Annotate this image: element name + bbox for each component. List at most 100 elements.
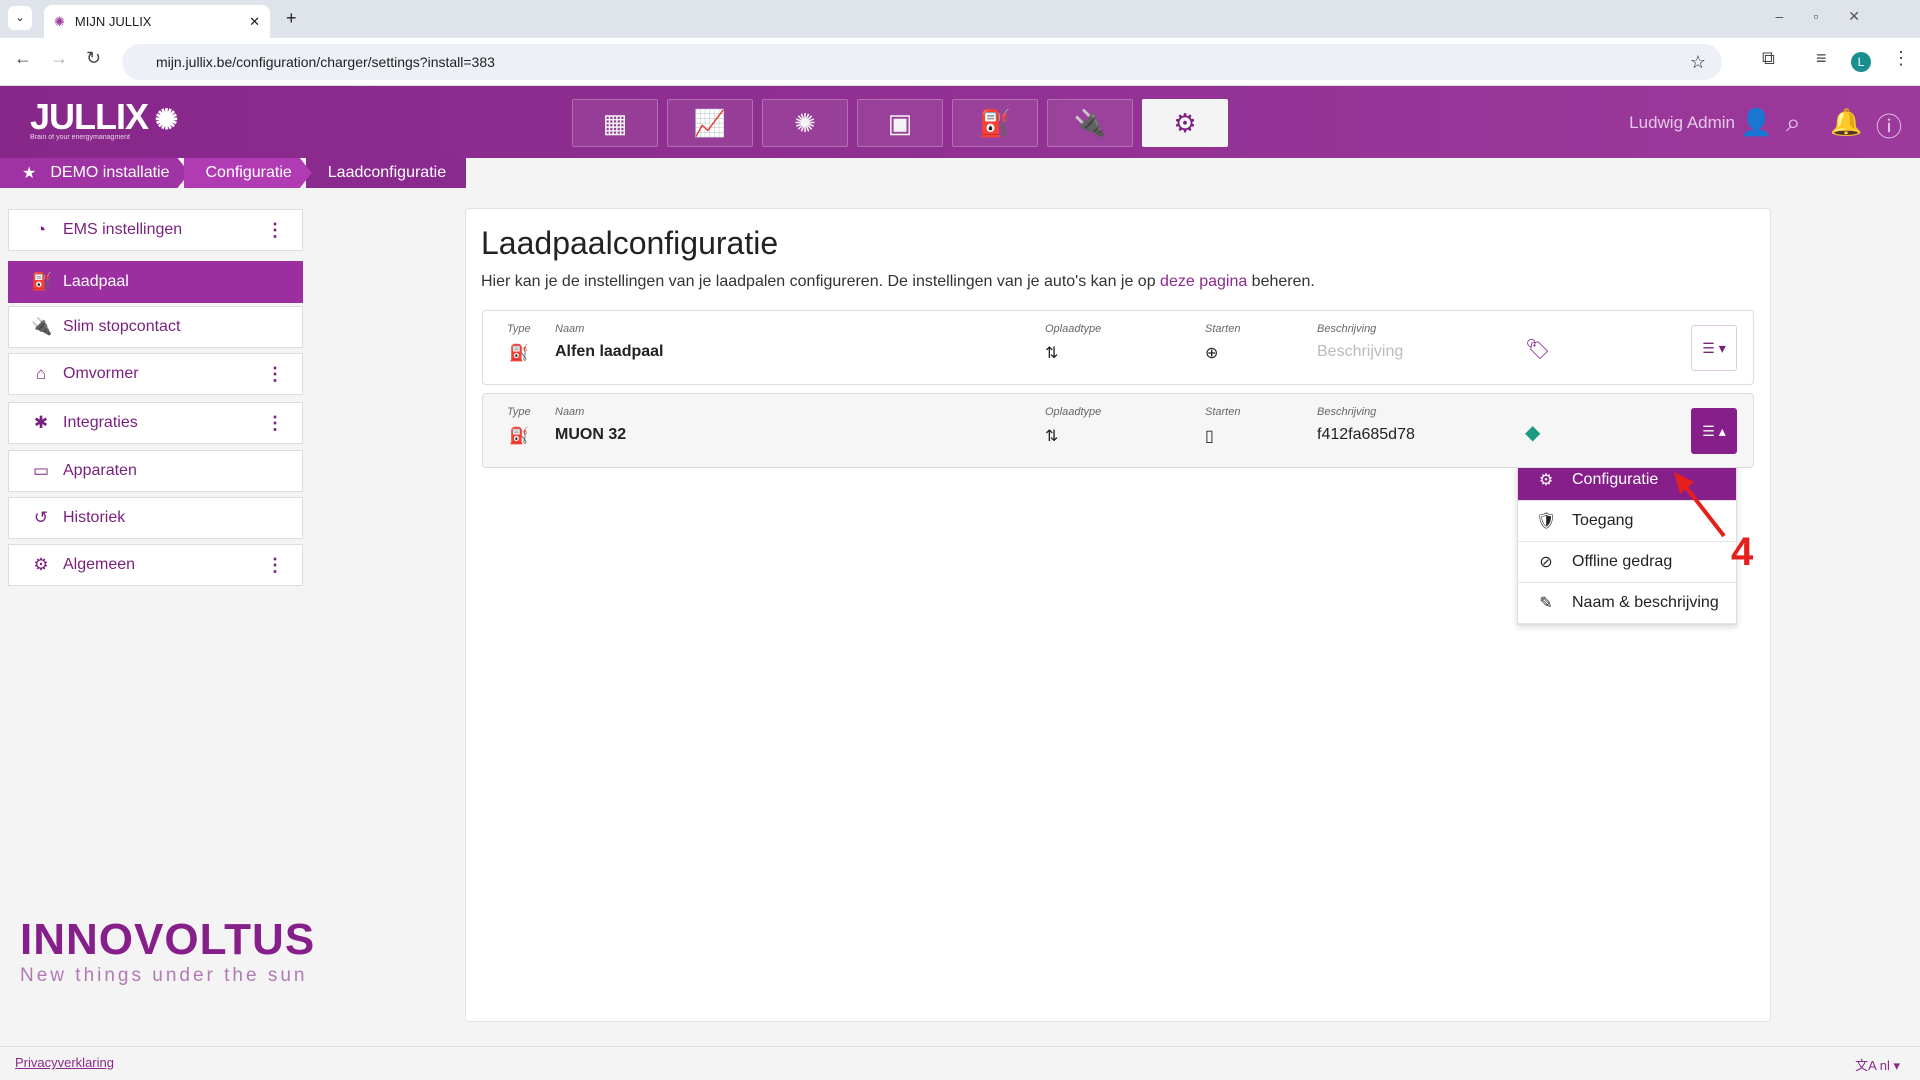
breadcrumb-item[interactable]: Configuratie (184, 158, 312, 188)
nav-plug-button[interactable]: 🔌 (1047, 99, 1133, 147)
annotation-arrow (1670, 470, 1730, 542)
auto-start-icon: ⊕ (1205, 343, 1218, 363)
sidebar-item-label: EMS instellingen (63, 221, 182, 239)
charger-menu-button[interactable]: ☰ ▴ (1691, 408, 1737, 454)
back-icon[interactable]: ← (14, 48, 32, 69)
sidebar-item-label: Apparaten (63, 462, 137, 480)
home-icon: ⌂ (31, 364, 51, 384)
annotation-4: 4 (1731, 530, 1753, 575)
sidebar-item-label: Algemeen (63, 556, 135, 574)
nav-gear-button[interactable]: ⚙ (1142, 99, 1228, 147)
tab-list-button[interactable]: ⌄ (8, 6, 32, 30)
charger-description: f412fa685d78 (1317, 426, 1415, 444)
search-icon[interactable]: ⌕ (1786, 107, 1801, 139)
language-value: nl (1880, 1058, 1890, 1073)
url-text: mijn.jullix.be/configuration/charger/set… (156, 54, 495, 70)
profile-avatar[interactable]: L (1851, 52, 1871, 72)
logo-tagline: Brain of your energymanagment (30, 134, 177, 141)
wifi-off-icon: ⊘ (1536, 552, 1556, 572)
url-bar[interactable]: mijn.jullix.be/configuration/charger/set… (122, 44, 1722, 80)
kebab-menu-icon[interactable]: ⋮ (266, 220, 284, 241)
reload-icon[interactable]: ↻ (86, 48, 101, 69)
window-controls[interactable]: –▫✕ (1776, 8, 1890, 25)
extensions-icon[interactable]: ⧉ (1762, 48, 1775, 69)
name-label: Naam (555, 406, 584, 418)
user-name[interactable]: Ludwig Admin (1629, 113, 1735, 133)
nav-chart-button[interactable]: 📈 (667, 99, 753, 147)
kebab-menu-icon[interactable]: ⋮ (266, 413, 284, 434)
page-title: Laadpaalconfiguratie (481, 225, 778, 262)
sidebar-item-slim-stopcontact[interactable]: 🔌Slim stopcontact (8, 306, 303, 348)
user-icon[interactable]: 👤 (1740, 107, 1772, 138)
sidebar-item-label: Integraties (63, 414, 138, 432)
browser-menu-icon[interactable]: ⋮ (1892, 48, 1910, 69)
tag-icon: 🏷 (1525, 337, 1550, 362)
breadcrumb-label: Configuratie (206, 164, 292, 182)
type-label: Type (507, 323, 531, 335)
browser-tab-bar: ⌄ ✺ MIJN JULLIX ✕ + –▫✕ (0, 0, 1920, 38)
sidebar-item-historiek[interactable]: ↺Historiek (8, 497, 303, 539)
address-row: ← → ↻ mijn.jullix.be/configuration/charg… (0, 38, 1920, 86)
nav-charger-button[interactable]: ⛽ (952, 99, 1038, 147)
type-label: Type (507, 406, 531, 418)
menu-item-naam-beschrijving[interactable]: ✎ Naam & beschrijving (1518, 583, 1736, 624)
menu-item-label: Toegang (1572, 512, 1633, 530)
breadcrumb-item[interactable]: ★ DEMO installatie (0, 158, 190, 188)
nav-brain-button[interactable]: ✺ (762, 99, 848, 147)
gear-icon: ⚙ (1536, 470, 1556, 490)
kebab-menu-icon[interactable]: ⋮ (266, 364, 284, 385)
brain-icon: ✺ (794, 108, 816, 139)
language-selector[interactable]: 文A nl ▾ (1855, 1055, 1900, 1074)
close-tab-icon[interactable]: ✕ (249, 14, 260, 30)
devices-icon: ▭ (31, 461, 51, 481)
nav-dashboard-button[interactable]: ▦ (572, 99, 658, 147)
charger-name: Alfen laadpaal (555, 343, 663, 361)
cars-page-link[interactable]: deze pagina (1160, 273, 1247, 290)
charge-type-label: Oplaadtype (1045, 323, 1101, 335)
charger-menu-button[interactable]: ☰ ▾ (1691, 325, 1737, 371)
charger-row: TypeNaamOplaadtypeStartenBeschrijving⛽Al… (482, 310, 1754, 385)
breadcrumb-label: DEMO installatie (50, 164, 169, 182)
description-label: Beschrijving (1317, 323, 1376, 335)
browser-tab[interactable]: ✺ MIJN JULLIX ✕ (44, 5, 270, 38)
new-tab-icon[interactable]: + (286, 8, 297, 29)
charge-type-label: Oplaadtype (1045, 406, 1101, 418)
sidebar-item-label: Laadpaal (63, 273, 129, 291)
lock-shield-icon: 🛡 (1536, 511, 1556, 531)
bell-icon[interactable]: 🔔 (1830, 107, 1862, 138)
forward-icon[interactable]: → (50, 48, 68, 69)
puzzle-icon: ✱ (31, 413, 51, 433)
intro-after: beheren. (1247, 273, 1315, 290)
kebab-menu-icon[interactable]: ⋮ (266, 555, 284, 576)
menu-item-offline-gedrag[interactable]: ⊘Offline gedrag (1518, 542, 1736, 583)
gear-icon: ⚙ (31, 555, 51, 575)
sidebar-item-apparaten[interactable]: ▭ Apparaten (8, 450, 303, 492)
charger-type-icon: ⛽ (509, 343, 529, 363)
privacy-link[interactable]: Privacyverklaring (15, 1055, 114, 1070)
sidebar-item-algemeen[interactable]: ⚙ Algemeen ⋮ (8, 544, 303, 586)
tab-title: MIJN JULLIX (75, 14, 239, 29)
app-start-icon: ▯ (1205, 426, 1214, 446)
sidebar-item-integraties[interactable]: ✱ Integraties ⋮ (8, 402, 303, 444)
plug-icon: 🔌 (1074, 108, 1106, 139)
wifi-icon: ◆ (1525, 420, 1540, 445)
star-icon: ★ (22, 163, 36, 183)
menu-item-label: Naam & beschrijving (1572, 594, 1719, 612)
bookmark-star-icon[interactable]: ☆ (1690, 52, 1706, 73)
media-icon[interactable]: ≡ (1816, 48, 1827, 69)
dashboard-icon: ▦ (603, 108, 628, 139)
intro-before: Hier kan je de instellingen van je laadp… (481, 273, 1160, 290)
charger-name: MUON 32 (555, 426, 626, 444)
jullix-logo[interactable]: JULLIX ✺Brain of your energymanagment (30, 96, 177, 141)
footer-divider (0, 1046, 1920, 1047)
sidebar-item-label: Slim stopcontact (63, 318, 180, 336)
charger-type-icon: ⛽ (509, 426, 529, 446)
translate-icon: 文A (1855, 1058, 1880, 1073)
nav-money-button[interactable]: ▣ (857, 99, 943, 147)
sidebar-item-ems-instellingen[interactable]: ◔EMS instellingen⋮ (8, 209, 303, 251)
help-icon[interactable]: ⓘ (1876, 107, 1902, 144)
sidebar-item-laadpaal[interactable]: ⛽Laadpaal (8, 261, 303, 303)
logo-text: JULLIX (30, 96, 148, 137)
sidebar-item-omvormer[interactable]: ⌂Omvormer⋮ (8, 353, 303, 395)
tag-edit-icon: ✎ (1536, 593, 1556, 613)
